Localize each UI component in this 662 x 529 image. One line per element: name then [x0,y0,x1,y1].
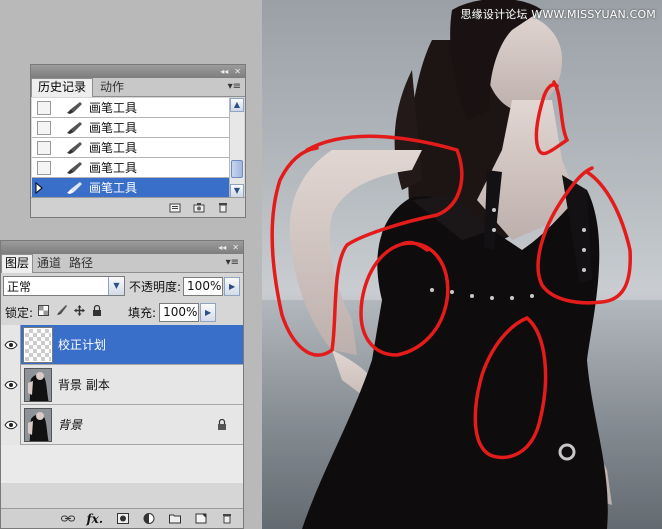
history-item-label: 画笔工具 [89,141,138,155]
layers-bottom-bar: fx. [1,508,243,528]
opacity-label: 不透明度: [129,279,182,294]
layer-thumbnail-photo [24,367,52,402]
lock-transparent-pixels-icon[interactable] [38,305,50,319]
lock-label: 锁定: [5,305,34,320]
link-layers-icon[interactable] [60,513,75,524]
brush-tool-icon [65,121,83,135]
history-tabs: 历史记录 动作 ▾≡ [31,78,245,97]
brush-tool-icon [65,101,83,115]
panel-menu-icon[interactable]: ▾≡ [226,257,239,268]
photo-illustration [262,0,662,529]
history-item-selected[interactable]: 画笔工具 [32,178,230,198]
blend-mode-value: 正常 [7,279,32,294]
tab-layers[interactable]: 图层 [1,254,34,273]
visibility-eye-icon[interactable] [1,364,21,405]
new-layer-icon[interactable] [195,513,207,524]
history-item-label: 画笔工具 [89,121,138,135]
layers-panel: ◂◂ ✕ 图层 通道 路径 ▾≡ 正常 ▼ 不透明度: 100% ▶ 锁定: 填… [0,240,244,529]
camera-snapshot-icon[interactable] [193,202,205,213]
lock-image-pixels-icon[interactable] [56,305,68,319]
layer-row-selected[interactable]: 校正计划 [1,324,243,365]
history-item-label: 画笔工具 [89,101,138,115]
layers-panel-topbar[interactable]: ◂◂ ✕ [1,241,243,254]
layers-tabs: 图层 通道 路径 ▾≡ [1,254,243,273]
collapse-icon[interactable]: ◂◂ [218,241,226,254]
layer-name[interactable]: 校正计划 [58,336,106,353]
layer-style-fx-icon[interactable]: fx. [87,512,104,526]
brush-tool-icon [65,141,83,155]
snapshot-source-checkbox[interactable] [37,100,51,115]
brush-tool-icon [65,181,83,195]
scroll-up-icon[interactable]: ▲ [230,98,244,112]
brush-tool-icon [65,161,83,175]
layer-thumbnail-photo [24,407,52,442]
tab-channels[interactable]: 通道 [33,254,65,272]
history-scrollbar[interactable]: ▲ ▼ [229,98,244,198]
canvas-photo[interactable]: 思缘设计论坛 WWW.MISSYUAN.COM [262,0,662,529]
close-icon[interactable]: ✕ [234,65,241,78]
collapse-icon[interactable]: ◂◂ [220,65,228,78]
snapshot-source-checkbox[interactable] [37,160,51,175]
scroll-thumb[interactable] [231,160,243,178]
trash-icon[interactable] [217,202,229,213]
fill-input[interactable]: 100% [159,302,200,322]
visibility-eye-icon[interactable] [1,404,21,445]
history-state-marker-icon [35,182,43,194]
history-item[interactable]: 画笔工具 [32,138,230,158]
history-bottom-bar [31,197,245,217]
tab-actions[interactable]: 动作 [93,78,131,96]
snapshot-source-checkbox[interactable] [37,140,51,155]
visibility-eye-icon[interactable] [1,324,21,365]
chevron-down-icon[interactable]: ▼ [108,277,124,295]
history-panel: ◂◂ ✕ 历史记录 动作 ▾≡ 画笔工具 画笔工具 画笔工具 画笔工具 画笔工具… [30,64,246,218]
blend-opacity-row: 正常 ▼ 不透明度: 100% ▶ [1,273,243,299]
lock-fill-row: 锁定: 填充: 100% ▶ [1,299,243,325]
layer-row[interactable]: 背景 副本 [1,364,243,405]
history-panel-topbar[interactable]: ◂◂ ✕ [31,65,245,78]
history-item[interactable]: 画笔工具 [32,118,230,138]
tab-history[interactable]: 历史记录 [31,78,94,97]
lock-position-icon[interactable] [74,305,86,319]
fill-label: 填充: [128,305,157,320]
adjustment-layer-icon[interactable] [143,513,155,524]
layer-thumbnail-transparent [23,326,53,363]
layer-name[interactable]: 背景 [58,416,82,433]
watermark-text: 思缘设计论坛 WWW.MISSYUAN.COM [460,8,656,21]
history-item[interactable]: 画笔工具 [32,158,230,178]
fill-slider-arrow-icon[interactable]: ▶ [200,302,217,322]
snapshot-source-checkbox[interactable] [37,120,51,135]
history-item-label: 画笔工具 [89,181,138,195]
new-document-from-state-icon[interactable] [169,202,181,213]
opacity-input[interactable]: 100% [183,276,224,296]
opacity-slider-arrow-icon[interactable]: ▶ [224,276,241,296]
add-mask-icon[interactable] [117,513,129,524]
blend-mode-select[interactable]: 正常 ▼ [3,276,125,296]
layer-list: 校正计划 背景 副本 背景 [1,324,243,483]
panel-menu-icon[interactable]: ▾≡ [228,81,241,92]
tab-paths[interactable]: 路径 [65,254,97,272]
history-list: 画笔工具 画笔工具 画笔工具 画笔工具 画笔工具 [32,98,230,198]
layer-lock-icon [218,419,226,430]
lock-all-icon[interactable] [92,304,102,319]
delete-layer-icon[interactable] [221,513,233,524]
scroll-down-icon[interactable]: ▼ [230,184,244,198]
layer-name[interactable]: 背景 副本 [58,376,110,393]
close-icon[interactable]: ✕ [232,241,239,254]
layer-row[interactable]: 背景 [1,404,243,445]
history-item[interactable]: 画笔工具 [32,98,230,118]
new-group-icon[interactable] [169,513,181,524]
history-item-label: 画笔工具 [89,161,138,175]
